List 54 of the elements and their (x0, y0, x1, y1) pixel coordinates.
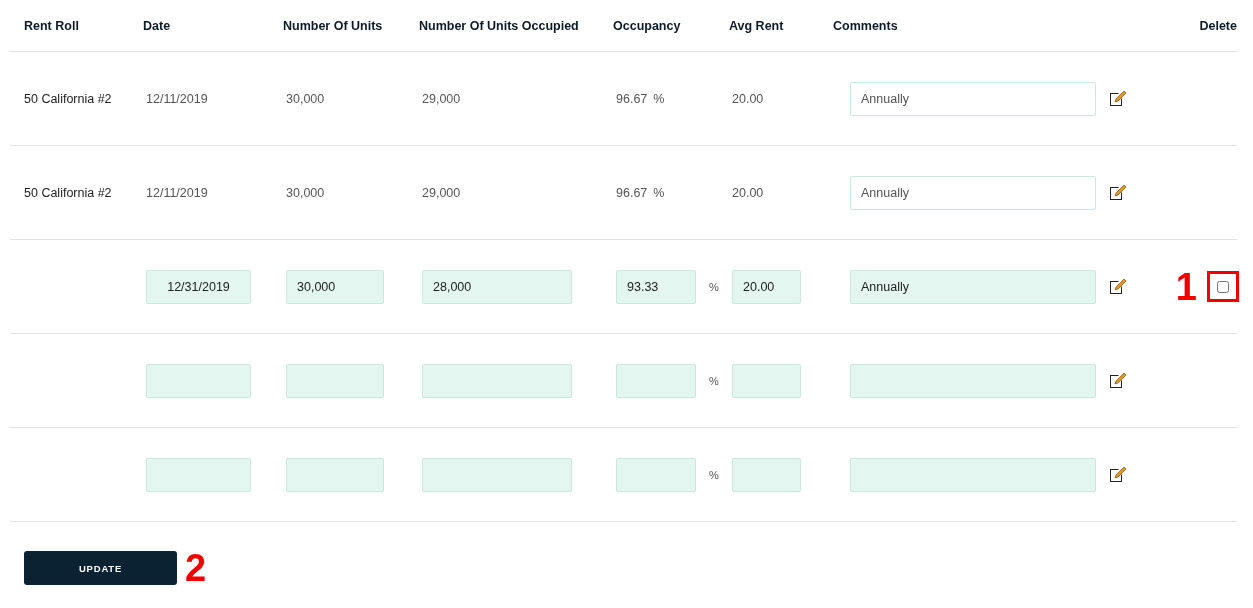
table-cell: 50 California #2 (24, 185, 112, 200)
percent-sign: % (709, 468, 719, 481)
table-cell: 20.00 (732, 91, 764, 106)
input-field[interactable] (146, 457, 251, 492)
column-header: Comments (833, 18, 898, 33)
edit-icon[interactable] (1108, 183, 1126, 202)
input-field[interactable] (732, 457, 801, 492)
input-field[interactable] (286, 457, 384, 492)
input-field[interactable]: 20.00 (732, 269, 801, 304)
update-button[interactable]: UPDATE (24, 551, 177, 585)
column-header: Number Of Units Occupied (419, 18, 579, 33)
input-field[interactable] (422, 457, 572, 492)
percent-sign: % (653, 185, 665, 200)
input-field[interactable] (422, 363, 572, 398)
comment-field[interactable]: Annually (850, 81, 1096, 116)
table-cell: 50 California #2 (24, 91, 112, 106)
input-field[interactable] (732, 363, 801, 398)
table-cell: 29,000 (422, 91, 461, 106)
input-field[interactable] (616, 363, 696, 398)
edit-icon[interactable] (1108, 277, 1126, 296)
percent-sign: % (709, 280, 719, 293)
table-cell: 96.67 (616, 185, 648, 200)
input-field[interactable]: 93.33 (616, 269, 696, 304)
column-header: Number Of Units (283, 18, 383, 33)
input-field[interactable] (286, 363, 384, 398)
delete-checkbox[interactable] (1217, 280, 1229, 293)
input-field[interactable] (146, 363, 251, 398)
percent-sign: % (709, 374, 719, 387)
table-cell: 20.00 (732, 185, 764, 200)
table-cell: 30,000 (286, 91, 325, 106)
edit-icon[interactable] (1108, 89, 1126, 108)
table-cell: 29,000 (422, 185, 461, 200)
table-cell: 30,000 (286, 185, 325, 200)
column-header: Occupancy (613, 18, 681, 33)
input-field[interactable] (616, 457, 696, 492)
edit-icon[interactable] (1108, 371, 1126, 390)
column-header: Rent Roll (24, 18, 79, 33)
table-cell: 12/11/2019 (146, 185, 208, 200)
input-field[interactable]: 12/31/2019 (146, 269, 251, 304)
column-header: Avg Rent (729, 18, 784, 33)
comment-field[interactable] (850, 457, 1096, 492)
input-field[interactable]: 28,000 (422, 269, 572, 304)
comment-field[interactable]: Annually (850, 175, 1096, 210)
comment-field[interactable] (850, 363, 1096, 398)
percent-sign: % (653, 91, 665, 106)
edit-icon[interactable] (1108, 465, 1126, 484)
table-cell: 96.67 (616, 91, 648, 106)
comment-field[interactable]: Annually (850, 269, 1096, 304)
callout-number: 1 (1175, 267, 1197, 306)
column-header: Date (143, 18, 171, 33)
column-header: Delete (1199, 18, 1237, 33)
table-cell: 12/11/2019 (146, 91, 208, 106)
input-field[interactable]: 30,000 (286, 269, 384, 304)
callout-number: 2 (185, 549, 207, 587)
